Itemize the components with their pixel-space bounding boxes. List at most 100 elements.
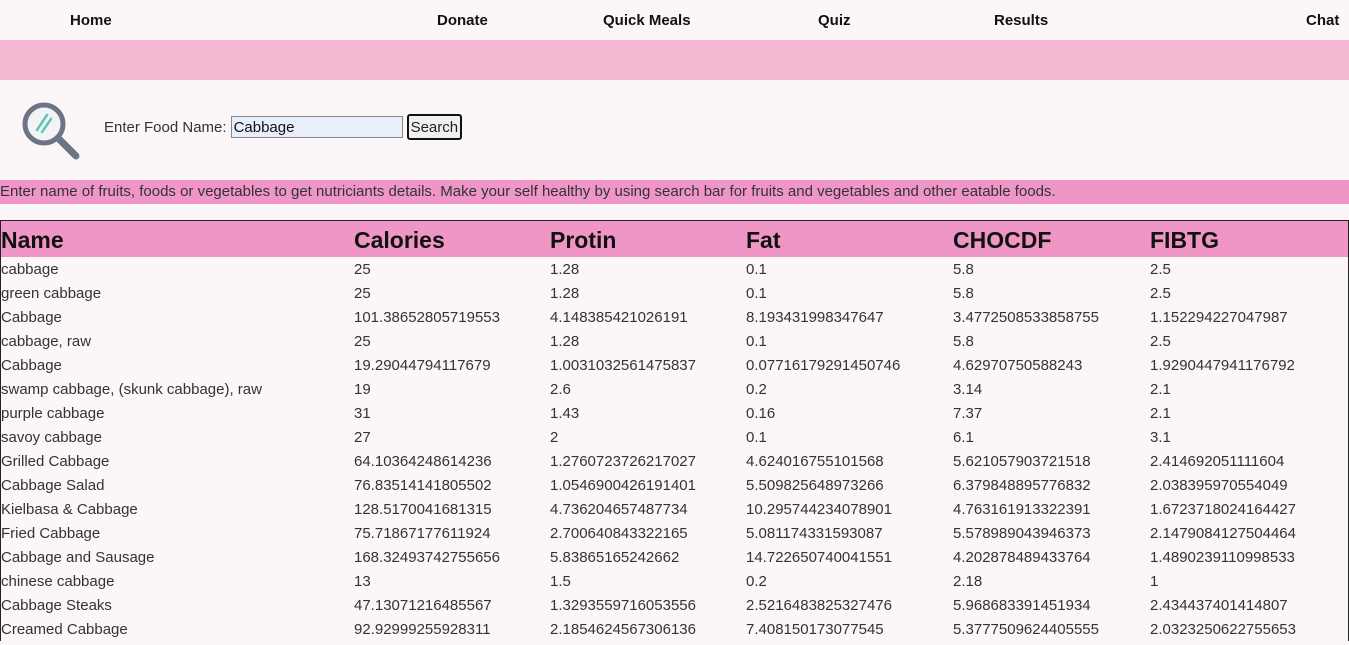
cell-fibtg: 2.0323250622755653 xyxy=(1150,620,1296,638)
cell-protein: 2.700640843322165 xyxy=(550,524,688,542)
cell-name: Cabbage Steaks xyxy=(1,596,112,614)
cell-fibtg: 2.038395970554049 xyxy=(1150,476,1288,494)
cell-chocdf: 5.8 xyxy=(953,260,974,278)
cell-chocdf: 2.18 xyxy=(953,572,983,590)
cell-fat: 2.5216483825327476 xyxy=(746,596,892,614)
cell-protein: 1.43 xyxy=(550,404,580,422)
cell-fibtg: 2.5 xyxy=(1150,284,1171,302)
cell-name: cabbage xyxy=(1,260,59,278)
header-fibtg: FIBTG xyxy=(1150,227,1219,253)
table-row: Cabbage 19.29044794117679 1.00310325614758… xyxy=(1,353,1348,377)
cell-fibtg: 2.414692051111604 xyxy=(1150,452,1285,470)
cell-calories: 168.32493742755656 xyxy=(354,548,500,566)
cell-protein: 2 xyxy=(550,428,559,446)
table-row: Cabbage Steaks 47.13071216485567 1.3293559… xyxy=(1,593,1348,617)
cell-chocdf: 5.621057903721518 xyxy=(953,452,1091,470)
cell-protein: 2.6 xyxy=(550,380,571,398)
cell-protein: 1.28 xyxy=(550,332,580,350)
cell-fat: 0.07716179291450746 xyxy=(746,356,901,374)
table-row: Cabbage Salad 76.83514141805502 1.05469004… xyxy=(1,473,1348,497)
cell-name: Kielbasa & Cabbage xyxy=(1,500,138,518)
cell-fibtg: 1.9290447941176792 xyxy=(1150,356,1295,374)
cell-fat: 0.1 xyxy=(746,284,767,302)
header-band xyxy=(0,40,1349,80)
cell-protein: 1.0546900426191401 xyxy=(550,476,696,494)
nav-quiz-link[interactable]: Quiz xyxy=(818,12,851,29)
table-header-row: Name Calories Protin Fat CHOCDF FIBTG xyxy=(1,221,1348,257)
info-text: Enter name of fruits, foods or vegetable… xyxy=(0,180,1349,204)
table-row: Creamed Cabbage 92.92999255928311 2.185462… xyxy=(1,617,1348,641)
nav-donate-link[interactable]: Donate xyxy=(437,12,488,29)
cell-fibtg: 2.5 xyxy=(1150,332,1171,350)
search-button[interactable]: Search xyxy=(406,114,463,140)
cell-chocdf: 5.3777509624405555 xyxy=(953,620,1099,638)
food-name-input[interactable] xyxy=(230,116,403,138)
cell-name: purple cabbage xyxy=(1,404,105,422)
table-row: cabbage, raw 25 1.28 0.1 5.8 2.5 xyxy=(1,329,1348,353)
cell-fat: 0.1 xyxy=(746,428,767,446)
magnifier-icon xyxy=(22,102,80,160)
cell-fibtg: 2.5 xyxy=(1150,260,1171,278)
cell-protein: 2.1854624567306136 xyxy=(550,620,696,638)
cell-calories: 25 xyxy=(354,332,371,350)
cell-name: swamp cabbage, (skunk cabbage), raw xyxy=(1,380,262,398)
cell-name: cabbage, raw xyxy=(1,332,92,350)
cell-chocdf: 5.968683391451934 xyxy=(953,596,1091,614)
cell-chocdf: 3.4772508533858755 xyxy=(953,308,1099,326)
table-row: Cabbage and Sausage 168.32493742755656 5.8… xyxy=(1,545,1348,569)
nutrition-table: Name Calories Protin Fat CHOCDF FIBTG ca… xyxy=(1,221,1348,641)
cell-fat: 0.1 xyxy=(746,332,767,350)
nav-chat-link[interactable]: Chat xyxy=(1306,12,1339,29)
cell-chocdf: 5.8 xyxy=(953,332,974,350)
cell-calories: 92.92999255928311 xyxy=(354,620,491,638)
table-row: Fried Cabbage 75.71867177611924 2.70064084… xyxy=(1,521,1348,545)
cell-name: Fried Cabbage xyxy=(1,524,101,542)
search-label: Enter Food Name: xyxy=(104,118,227,136)
cell-chocdf: 3.14 xyxy=(953,380,983,398)
cell-fat: 7.408150173077545 xyxy=(746,620,884,638)
nav-home-link[interactable]: Home xyxy=(70,12,112,29)
cell-protein: 4.736204657487734 xyxy=(550,500,688,518)
nav-results-link[interactable]: Results xyxy=(994,12,1048,29)
search-form: Enter Food Name: Search xyxy=(104,114,463,140)
table-row: chinese cabbage 13 1.5 0.2 2.18 1 xyxy=(1,569,1348,593)
cell-calories: 47.13071216485567 xyxy=(354,596,492,614)
cell-name: Grilled Cabbage xyxy=(1,452,110,470)
cell-protein: 4.148385421026191 xyxy=(550,308,688,326)
cell-chocdf: 6.1 xyxy=(953,428,974,446)
nav-quick-meals-link[interactable]: Quick Meals xyxy=(603,12,691,29)
cell-chocdf: 6.379848895776832 xyxy=(953,476,1091,494)
header-chocdf: CHOCDF xyxy=(953,227,1052,253)
cell-fat: 10.295744234078901 xyxy=(746,500,892,518)
cell-chocdf: 4.763161913322391 xyxy=(953,500,1091,518)
cell-calories: 76.83514141805502 xyxy=(354,476,492,494)
cell-fibtg: 2.434437401414807 xyxy=(1150,596,1288,614)
cell-name: savoy cabbage xyxy=(1,428,102,446)
table-body: cabbage 25 1.28 0.1 5.8 2.5 green cabbage 25 1.2… xyxy=(1,257,1348,641)
cell-fat: 5.081174331593087 xyxy=(746,524,883,542)
cell-protein: 1.2760723726217027 xyxy=(550,452,696,470)
cell-fibtg: 1.6723718024164427 xyxy=(1150,500,1296,518)
cell-protein: 5.83865165242662 xyxy=(550,548,680,566)
nutrition-table-container: Name Calories Protin Fat CHOCDF FIBTG ca… xyxy=(0,220,1349,641)
cell-chocdf: 5.578989043946373 xyxy=(953,524,1091,542)
cell-calories: 25 xyxy=(354,284,371,302)
cell-fibtg: 2.1479084127504464 xyxy=(1150,524,1296,542)
table-row: Cabbage 101.38652805719553 4.1483854210261… xyxy=(1,305,1348,329)
cell-fibtg: 3.1 xyxy=(1150,428,1171,446)
cell-fat: 4.624016755101568 xyxy=(746,452,884,470)
cell-calories: 64.10364248614236 xyxy=(354,452,492,470)
cell-fat: 5.509825648973266 xyxy=(746,476,884,494)
cell-fat: 14.722650740041551 xyxy=(746,548,892,566)
cell-calories: 31 xyxy=(354,404,371,422)
cell-calories: 13 xyxy=(354,572,371,590)
cell-calories: 19 xyxy=(354,380,371,398)
table-row: purple cabbage 31 1.43 0.16 7.37 2.1 xyxy=(1,401,1348,425)
table-row: Grilled Cabbage 64.10364248614236 1.276072… xyxy=(1,449,1348,473)
table-row: cabbage 25 1.28 0.1 5.8 2.5 xyxy=(1,257,1348,281)
cell-fibtg: 1.152294227047987 xyxy=(1150,308,1288,326)
table-row: green cabbage 25 1.28 0.1 5.8 2.5 xyxy=(1,281,1348,305)
cell-name: green cabbage xyxy=(1,284,102,302)
table-row: swamp cabbage, (skunk cabbage), raw 19 2.6… xyxy=(1,377,1348,401)
cell-protein: 1.3293559716053556 xyxy=(550,596,696,614)
